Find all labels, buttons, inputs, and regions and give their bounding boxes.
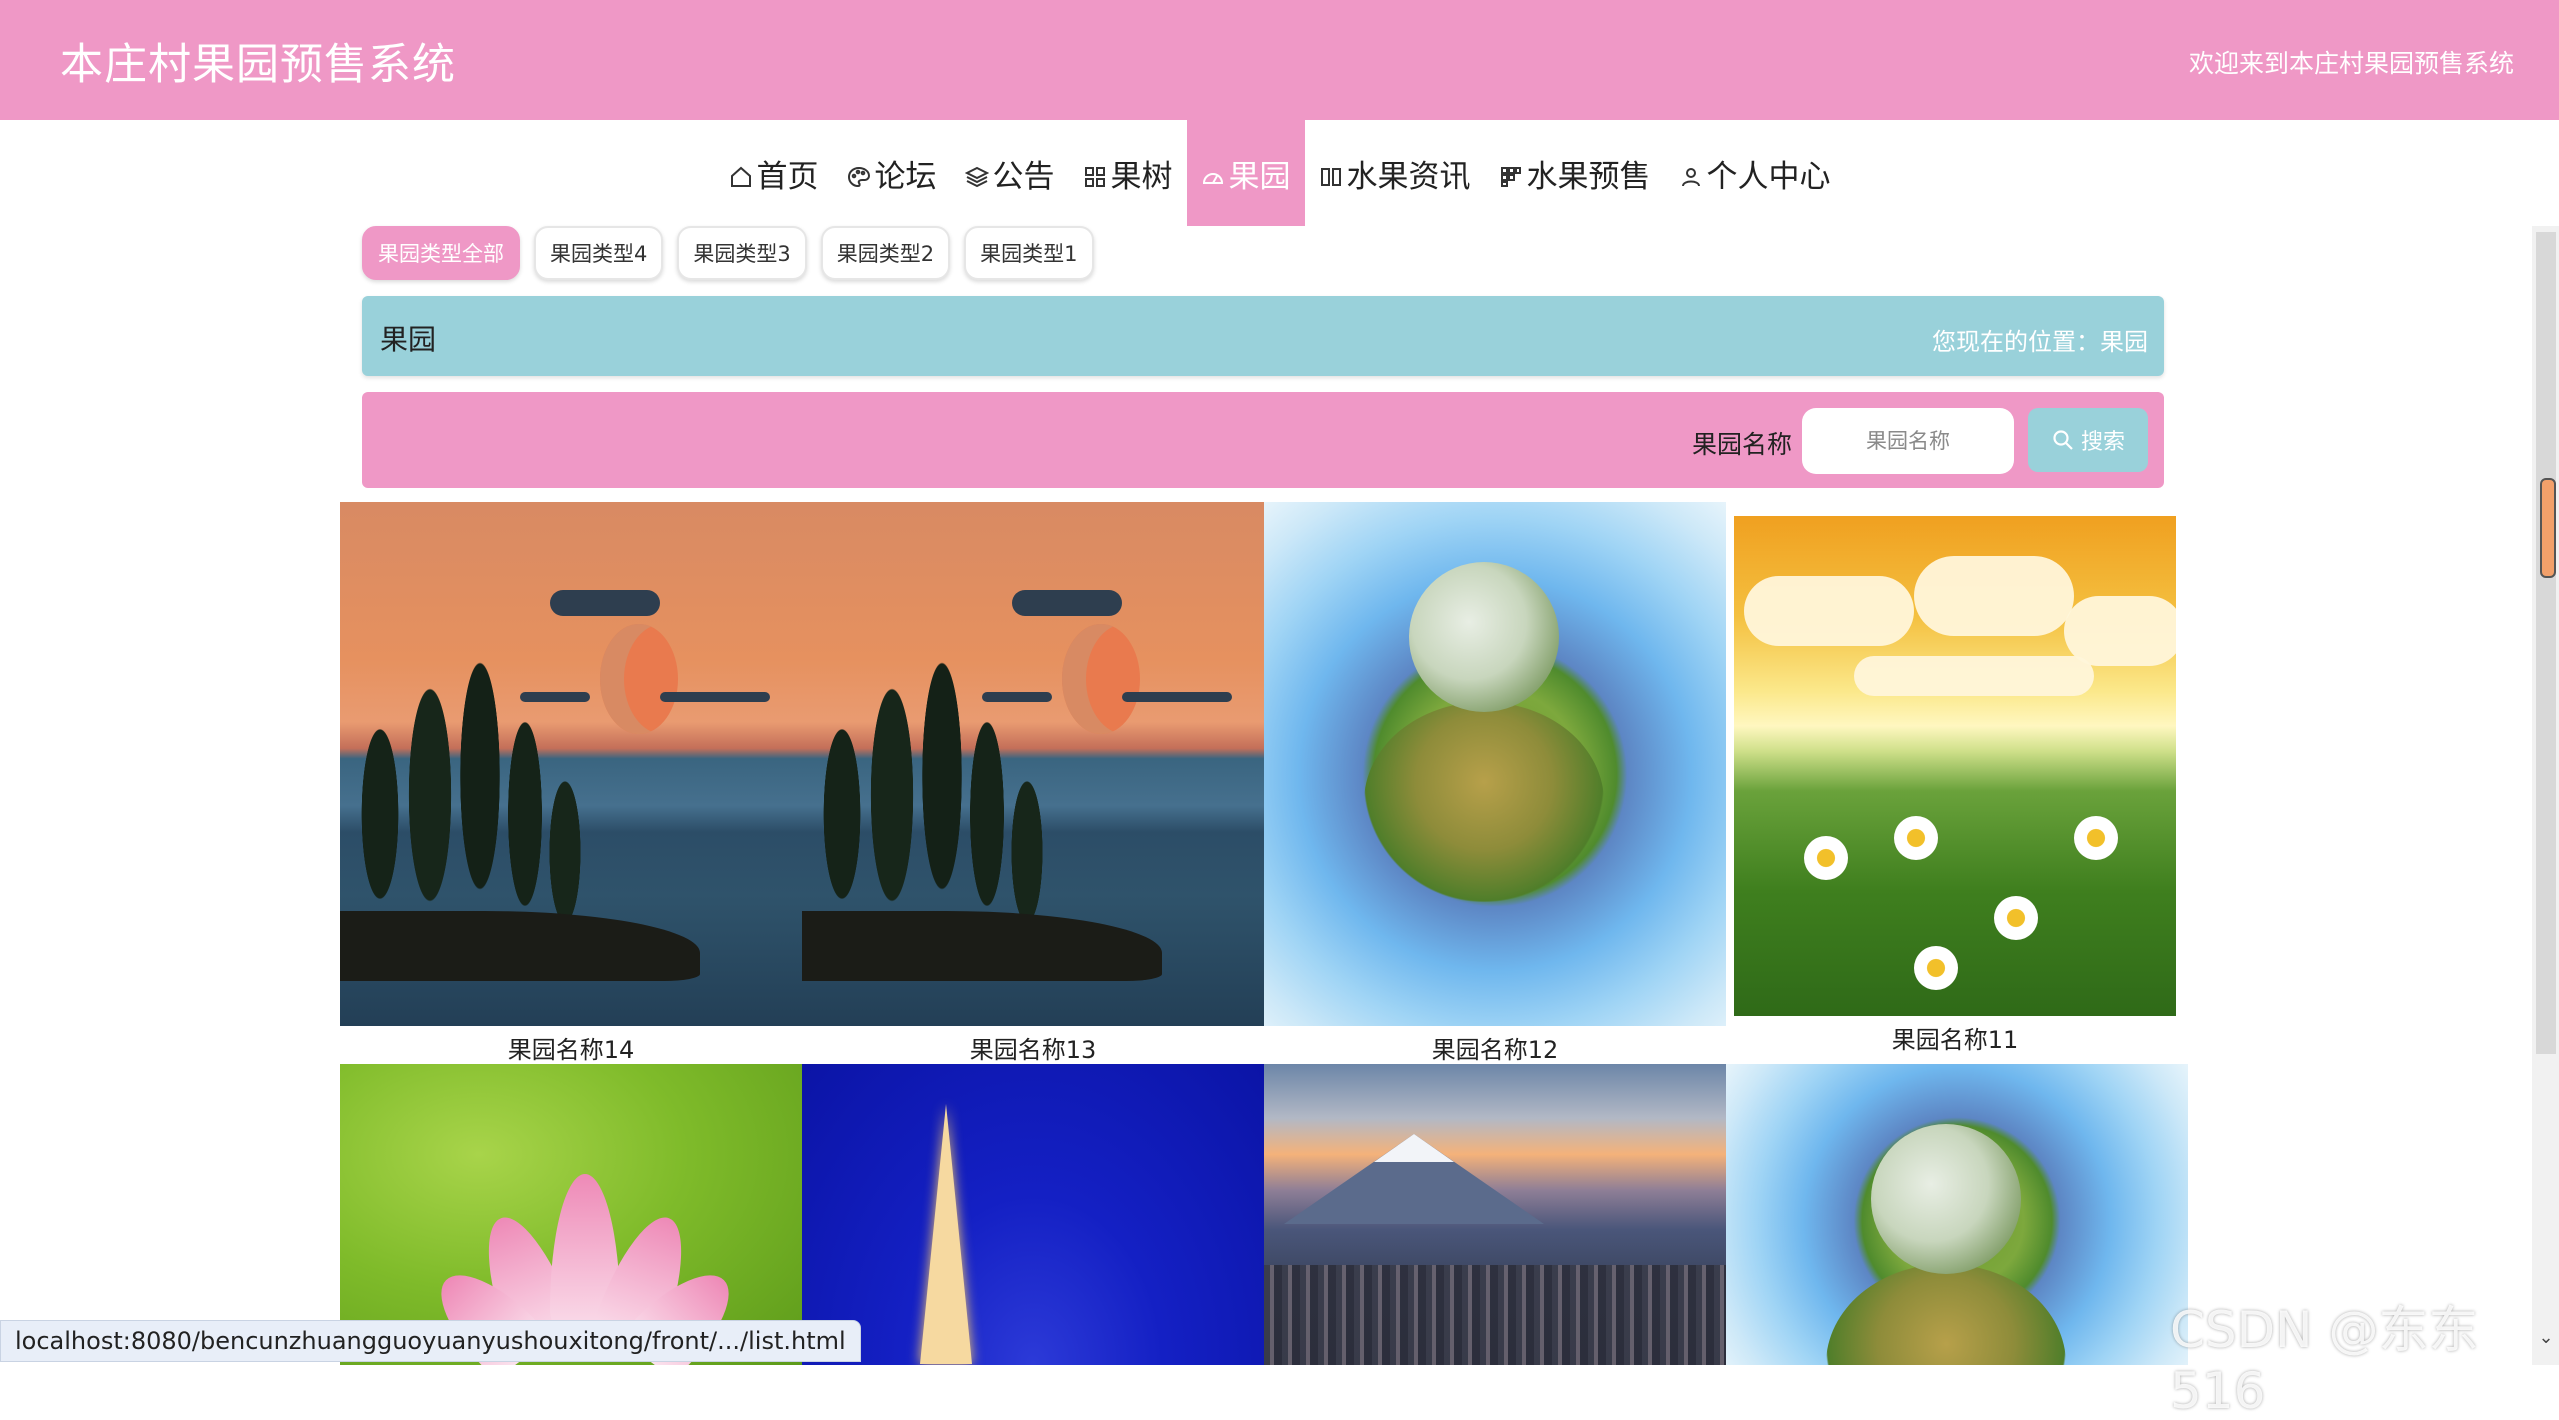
orchard-name[interactable]: 果园名称12	[1264, 1030, 1726, 1065]
status-url-bar: localhost:8080/bencunzhuangguoyuanyushou…	[0, 1320, 861, 1362]
gallery-item[interactable]	[1726, 1064, 2188, 1365]
nav-item-label: 首页	[756, 158, 819, 195]
nav-item-fruit-presale[interactable]: 水果预售	[1485, 120, 1665, 226]
orchard-image[interactable]	[1734, 516, 2176, 1016]
filter-chip-all[interactable]: 果园类型全部	[362, 226, 520, 280]
breadcrumb-bar: 果园 您现在的位置：果园	[362, 296, 2164, 376]
nav-item-label: 果园	[1228, 158, 1291, 195]
nav-item-label: 水果资讯	[1346, 158, 1471, 195]
user-icon	[1679, 161, 1703, 187]
nav-item-fruit-news[interactable]: 水果资讯	[1305, 120, 1485, 226]
filter-chip-type2[interactable]: 果园类型2	[820, 226, 951, 280]
nav-item-label: 个人中心	[1706, 158, 1831, 195]
nav-item-forum[interactable]: 论坛	[833, 120, 951, 226]
scrollbar-track[interactable]	[2536, 232, 2556, 1054]
orchard-name[interactable]: 果园名称11	[1734, 1020, 2176, 1055]
main-nav: 首页 论坛 公告 果树 果园 水果资讯 水果预售 个人中心	[0, 120, 2559, 226]
orchard-name[interactable]: 果园名称13	[802, 1030, 1264, 1065]
site-title: 本庄村果园预售系统	[60, 40, 456, 90]
orchard-type-filters: 果园类型全部 果园类型4 果园类型3 果园类型2 果园类型1	[362, 226, 1094, 282]
orchard-image[interactable]	[340, 502, 802, 1026]
home-icon	[729, 161, 753, 187]
orchard-image[interactable]	[1264, 1064, 1726, 1365]
search-input[interactable]	[1802, 408, 2014, 474]
nav-item-label: 水果预售	[1526, 158, 1651, 195]
orchard-image[interactable]	[802, 1064, 1264, 1365]
gallery-item[interactable]: 果园名称12	[1264, 502, 1726, 1065]
layers-icon	[964, 161, 989, 188]
filter-chip-type4[interactable]: 果园类型4	[534, 226, 664, 280]
watermark: CSDN @东东516	[2170, 1301, 2479, 1420]
nav-item-home[interactable]: 首页	[715, 120, 833, 226]
filter-chip-type3[interactable]: 果园类型3	[677, 226, 807, 280]
nav-item-label: 论坛	[874, 158, 937, 195]
gallery-item[interactable]: 果园名称14	[340, 502, 802, 1065]
gallery-item[interactable]: 果园名称11	[1734, 516, 2176, 1056]
gallery-item[interactable]	[1264, 1064, 1726, 1365]
palette-icon	[847, 161, 871, 188]
nav-item-orchard[interactable]: 果园	[1186, 120, 1305, 226]
gauge-icon	[1201, 161, 1225, 185]
filter-chip-type1[interactable]: 果园类型1	[964, 226, 1094, 280]
orchard-image[interactable]	[1726, 1064, 2188, 1365]
orchard-image[interactable]	[1264, 502, 1726, 1026]
search-icon	[2053, 430, 2073, 450]
nav-item-notice[interactable]: 公告	[951, 120, 1069, 226]
apps-icon	[1499, 161, 1523, 187]
nav-item-trees[interactable]: 果树	[1069, 120, 1187, 226]
top-header: 本庄村果园预售系统 欢迎来到本庄村果园预售系统	[0, 0, 2559, 120]
scrollbar-thumb[interactable]	[2540, 478, 2556, 578]
gallery-item[interactable]	[802, 1064, 1264, 1365]
search-bar: 果园名称 搜索	[362, 392, 2164, 488]
gallery-item[interactable]: 果园名称13	[802, 502, 1264, 1065]
search-label: 果园名称	[1692, 430, 1793, 459]
orchard-name[interactable]: 果园名称14	[340, 1030, 802, 1065]
grid-icon	[1083, 161, 1107, 187]
search-button[interactable]: 搜索	[2028, 408, 2148, 472]
search-button-label: 搜索	[2080, 430, 2125, 455]
nav-item-label: 果树	[1110, 158, 1173, 195]
nav-item-profile[interactable]: 个人中心	[1665, 120, 1845, 226]
columns-icon	[1319, 161, 1343, 186]
orchard-image[interactable]	[802, 502, 1264, 1026]
welcome-text: 欢迎来到本庄村果园预售系统	[2188, 49, 2514, 78]
nav-item-label: 公告	[992, 158, 1055, 195]
breadcrumb: 您现在的位置：果园	[1932, 328, 2148, 356]
page-title: 果园	[380, 323, 437, 356]
